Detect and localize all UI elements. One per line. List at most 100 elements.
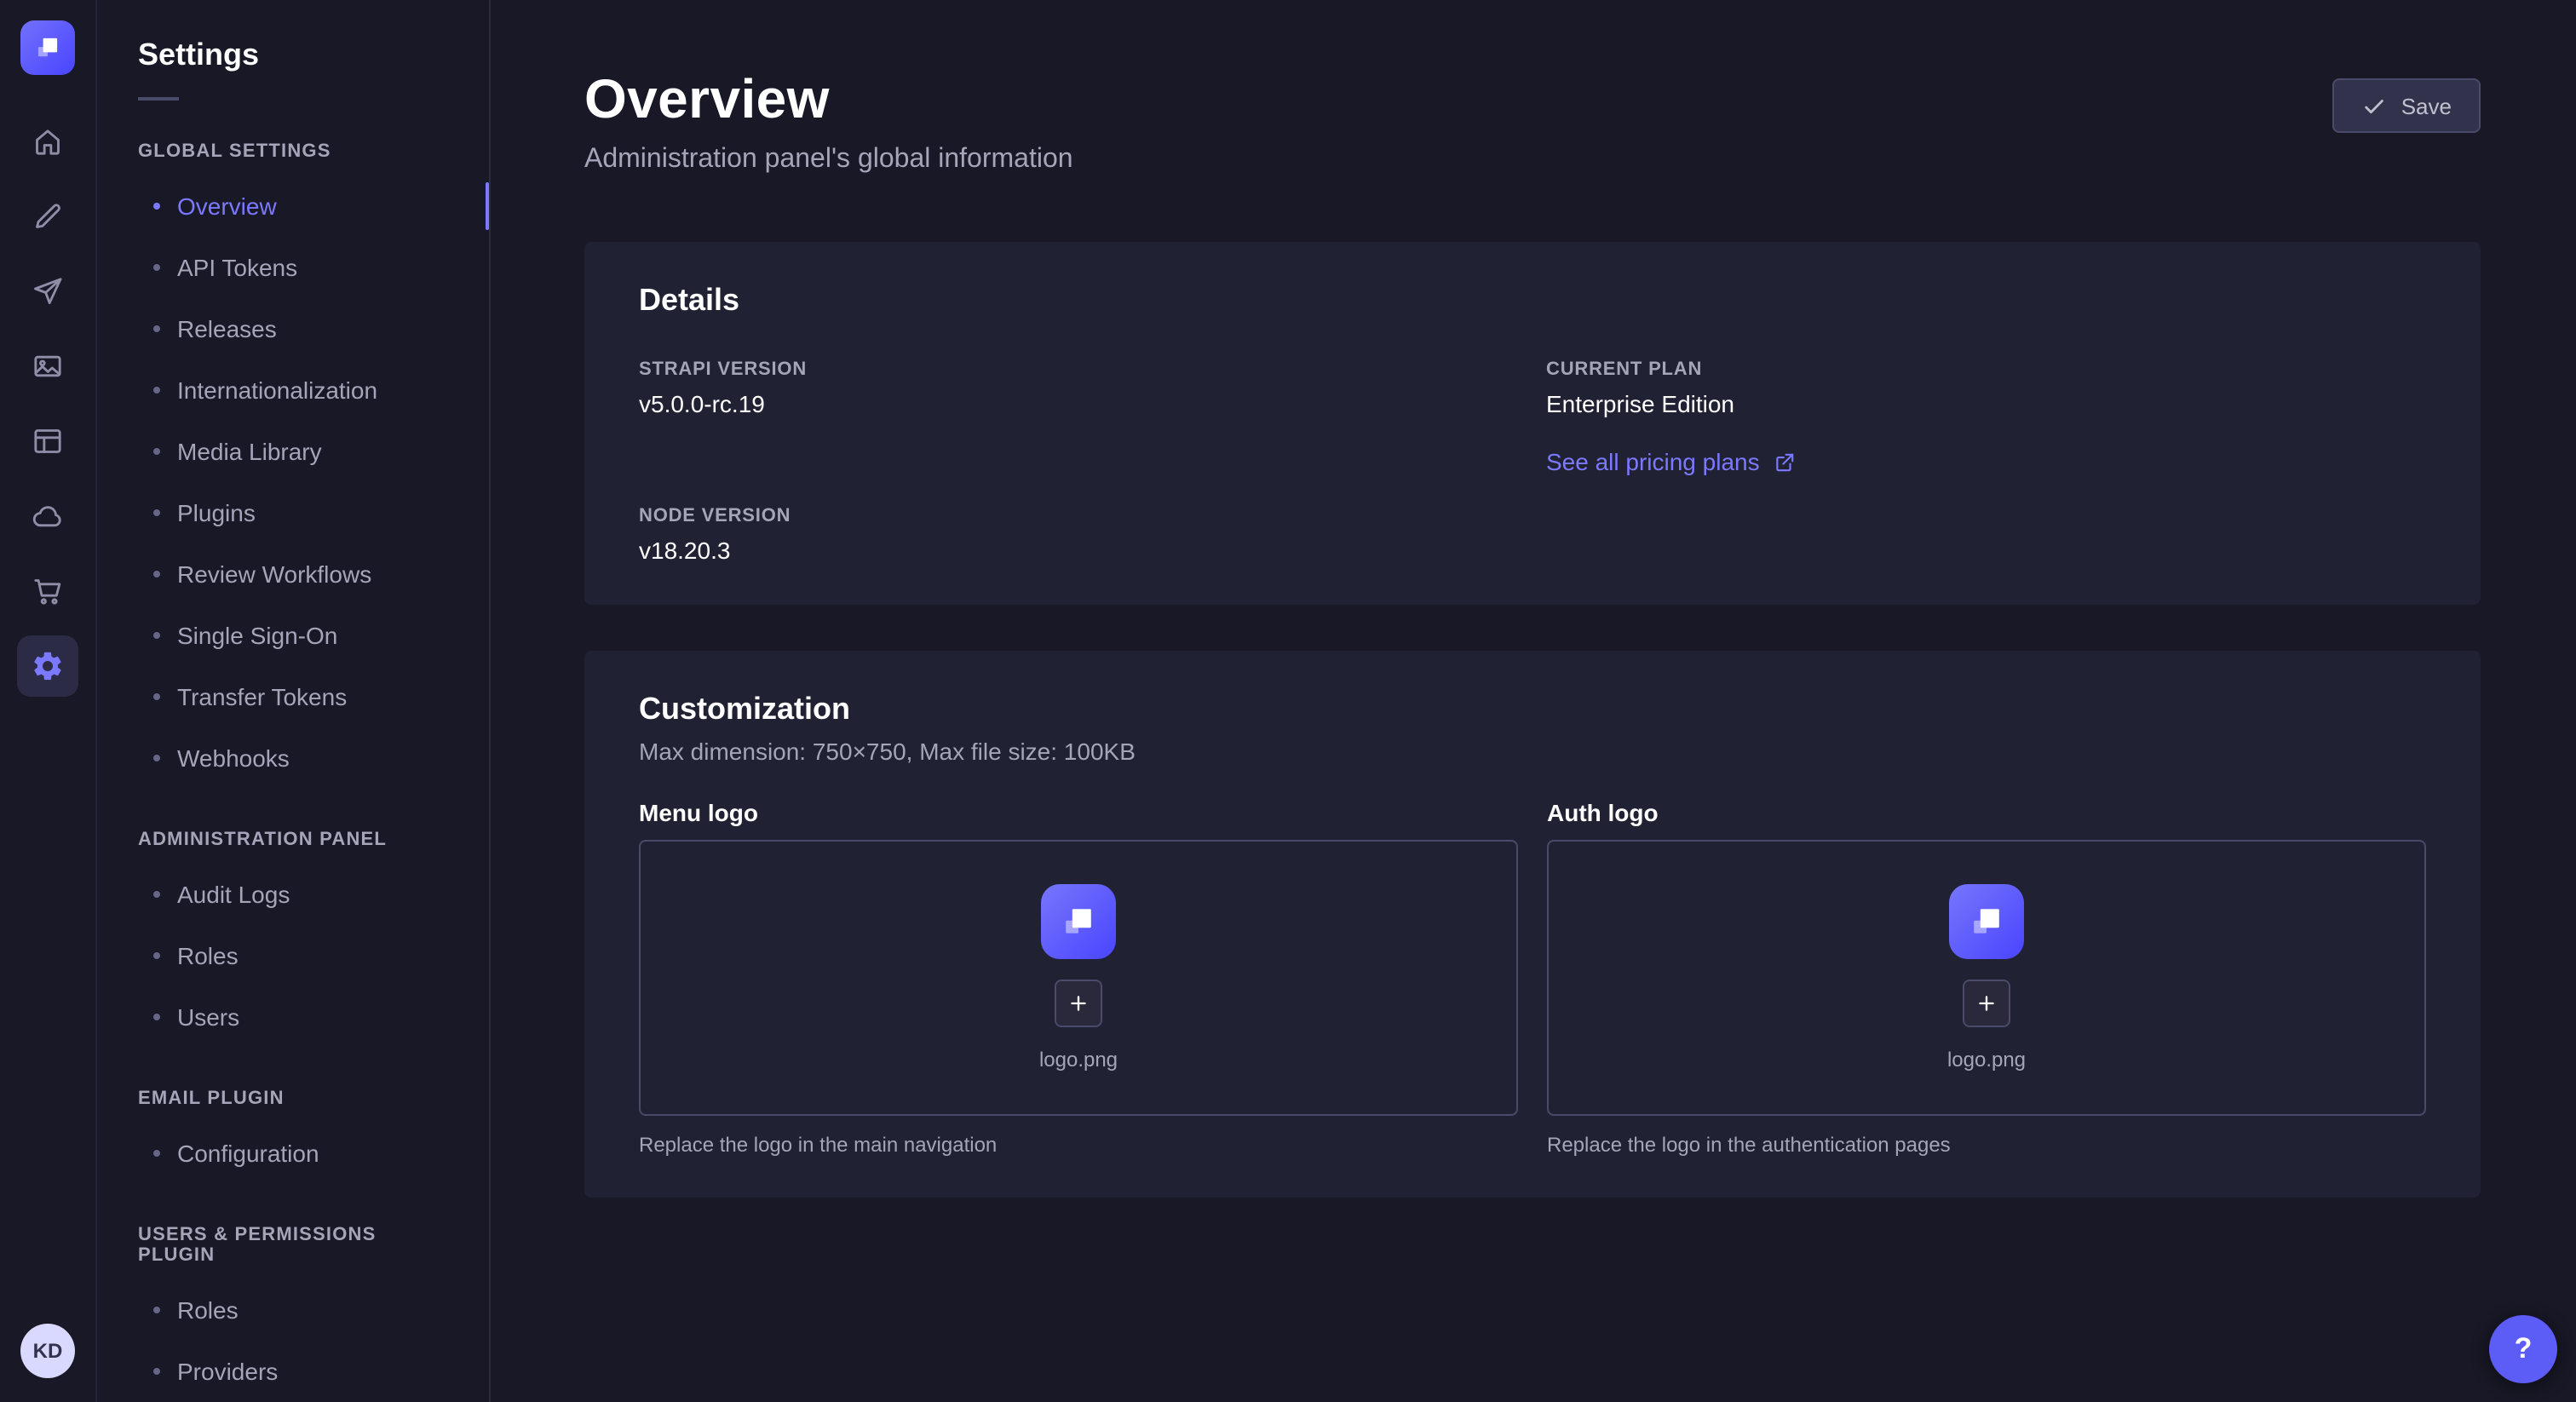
nav-marketplace[interactable] — [17, 560, 78, 622]
upload-label: Menu logo — [639, 799, 1518, 826]
sidebar-item-label: Overview — [177, 192, 277, 220]
sidebar-item-up-providers[interactable]: Providers — [97, 1341, 489, 1402]
menu-logo-preview — [1041, 884, 1116, 959]
page-title: Overview — [584, 68, 1073, 131]
bullet-icon — [153, 509, 160, 516]
sidebar-item-audit-logs[interactable]: Audit Logs — [97, 864, 489, 925]
bullet-icon — [153, 1307, 160, 1313]
cards-container: Details STRAPI VERSION v5.0.0-rc.19 NODE… — [584, 242, 2481, 1198]
sidebar-item-email-configuration[interactable]: Configuration — [97, 1123, 489, 1184]
bullet-icon — [153, 1368, 160, 1375]
sidebar-item-review-workflows[interactable]: Review Workflows — [97, 543, 489, 605]
menu-logo-filename: logo.png — [1039, 1048, 1118, 1072]
sidebar-item-up-roles[interactable]: Roles — [97, 1279, 489, 1341]
strapi-logo[interactable] — [20, 20, 75, 75]
main-nav-icons — [17, 111, 78, 697]
details-left-column: STRAPI VERSION v5.0.0-rc.19 NODE VERSION… — [639, 359, 1519, 564]
sidebar-item-admin-users[interactable]: Users — [97, 986, 489, 1048]
cart-icon — [31, 574, 65, 608]
sidebar-item-admin-roles[interactable]: Roles — [97, 925, 489, 986]
field-value: Enterprise Edition — [1546, 390, 2426, 417]
nav-content-type-builder[interactable] — [17, 186, 78, 247]
sidebar-item-label: Users — [177, 1003, 239, 1031]
auth-logo-hint: Replace the logo in the authentication p… — [1547, 1133, 2426, 1157]
field-value: v18.20.3 — [639, 537, 1519, 564]
field-label: NODE VERSION — [639, 506, 1519, 526]
paper-plane-icon — [31, 274, 65, 308]
sidebar-item-label: Releases — [177, 315, 277, 342]
sidebar-item-label: Webhooks — [177, 744, 290, 772]
save-button[interactable]: Save — [2333, 78, 2481, 133]
field-label: STRAPI VERSION — [639, 359, 1519, 380]
nav-cloud[interactable] — [17, 486, 78, 547]
nav-media-library[interactable] — [17, 336, 78, 397]
bullet-icon — [153, 448, 160, 455]
active-indicator — [486, 182, 489, 230]
sidebar-item-transfer-tokens[interactable]: Transfer Tokens — [97, 666, 489, 727]
sidebar-item-api-tokens[interactable]: API Tokens — [97, 237, 489, 298]
nav-home[interactable] — [17, 111, 78, 172]
sidebar-item-single-sign-on[interactable]: Single Sign-On — [97, 605, 489, 666]
pricing-plans-link-label: See all pricing plans — [1546, 448, 1760, 475]
menu-logo-upload: Menu logo — [639, 799, 1518, 1157]
strapi-version-field: STRAPI VERSION v5.0.0-rc.19 — [639, 359, 1519, 417]
sidebar-item-label: Configuration — [177, 1140, 319, 1167]
auth-logo-preview — [1949, 884, 2024, 959]
field-value: v5.0.0-rc.19 — [639, 390, 1519, 417]
section-label: USERS & PERMISSIONS PLUGIN — [97, 1225, 489, 1266]
menu-logo-add-button[interactable] — [1055, 980, 1102, 1027]
sidebar-item-overview[interactable]: Overview — [97, 175, 489, 237]
strapi-mark-icon — [1966, 901, 2007, 942]
strapi-admin-app: KD Settings GLOBAL SETTINGS Overview API… — [0, 0, 2576, 1402]
bullet-icon — [153, 891, 160, 898]
sidebar-item-label: Plugins — [177, 499, 256, 526]
logo-uploads: Menu logo — [639, 799, 2426, 1157]
sidebar-item-releases[interactable]: Releases — [97, 298, 489, 359]
sidebar-item-internationalization[interactable]: Internationalization — [97, 359, 489, 421]
check-icon — [2362, 93, 2388, 118]
strapi-mark-icon — [1058, 901, 1099, 942]
sidebar-item-plugins[interactable]: Plugins — [97, 482, 489, 543]
section-administration-panel: ADMINISTRATION PANEL Audit Logs Roles Us… — [97, 830, 489, 1048]
settings-subnav: Settings GLOBAL SETTINGS Overview API To… — [97, 0, 491, 1402]
subnav-divider — [138, 97, 179, 101]
menu-logo-hint: Replace the logo in the main navigation — [639, 1133, 1518, 1157]
details-card: Details STRAPI VERSION v5.0.0-rc.19 NODE… — [584, 242, 2481, 605]
bullet-icon — [153, 632, 160, 639]
sidebar-item-label: Transfer Tokens — [177, 683, 347, 710]
images-icon — [31, 349, 65, 383]
auth-logo-filename: logo.png — [1947, 1048, 2026, 1072]
subnav-title: Settings — [97, 37, 489, 73]
user-avatar[interactable]: KD — [20, 1324, 75, 1378]
sidebar-item-webhooks[interactable]: Webhooks — [97, 727, 489, 789]
menu-logo-dropzone[interactable]: logo.png — [639, 840, 1518, 1116]
home-icon — [31, 124, 65, 158]
bullet-icon — [153, 571, 160, 577]
section-label: EMAIL PLUGIN — [97, 1089, 489, 1109]
external-link-icon — [1774, 451, 1796, 473]
help-button[interactable]: ? — [2489, 1315, 2557, 1383]
nav-settings[interactable] — [17, 635, 78, 697]
auth-logo-dropzone[interactable]: logo.png — [1547, 840, 2426, 1116]
node-version-field: NODE VERSION v18.20.3 — [639, 506, 1519, 564]
nav-releases[interactable] — [17, 261, 78, 322]
details-grid: STRAPI VERSION v5.0.0-rc.19 NODE VERSION… — [639, 359, 2426, 564]
main-content: Overview Administration panel's global i… — [491, 0, 2576, 1402]
current-plan-field: CURRENT PLAN Enterprise Edition — [1546, 359, 2426, 417]
auth-logo-add-button[interactable] — [1963, 980, 2010, 1027]
bullet-icon — [153, 755, 160, 761]
bullet-icon — [153, 952, 160, 959]
page-title-block: Overview Administration panel's global i… — [584, 68, 1073, 175]
pricing-plans-link[interactable]: See all pricing plans — [1546, 448, 1796, 475]
sidebar-item-media-library[interactable]: Media Library — [97, 421, 489, 482]
bullet-icon — [153, 387, 160, 394]
sidebar-item-label: Providers — [177, 1358, 278, 1385]
nav-content-manager[interactable] — [17, 411, 78, 472]
sidebar-item-label: Review Workflows — [177, 560, 371, 588]
save-button-label: Save — [2401, 93, 2452, 118]
plus-icon — [1975, 991, 1998, 1015]
sidebar-item-label: Audit Logs — [177, 881, 290, 908]
sidebar-item-label: Single Sign-On — [177, 622, 337, 649]
sidebar-item-label: Internationalization — [177, 376, 377, 404]
customization-card-title: Customization — [639, 692, 2426, 727]
